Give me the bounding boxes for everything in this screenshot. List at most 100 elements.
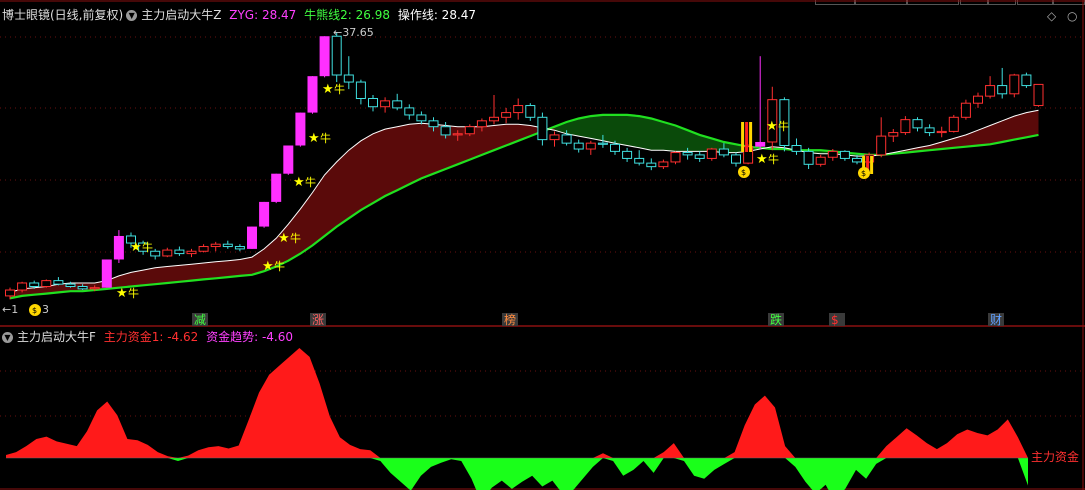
high-price-label: ←37.65	[333, 26, 374, 39]
event-tag: 榜	[504, 312, 516, 327]
candle-body	[319, 36, 330, 77]
candle-body	[259, 201, 270, 227]
candle-body	[198, 246, 209, 252]
candle-body	[731, 154, 741, 164]
candle-body	[646, 162, 657, 168]
signal-bar	[745, 122, 749, 152]
candle-body	[573, 142, 584, 150]
bull-label: 牛	[305, 175, 316, 189]
candle-body	[392, 100, 403, 109]
candle-body	[827, 150, 838, 158]
candle-body	[985, 85, 996, 97]
bull-label: 牛	[290, 231, 301, 245]
candle-body	[162, 249, 173, 257]
candle-body	[464, 126, 475, 135]
bull-star: ★	[308, 131, 320, 146]
candle-body	[803, 150, 814, 165]
candle-body	[489, 116, 499, 122]
candle-body	[537, 116, 548, 141]
candle-body	[283, 145, 294, 174]
bull-star: ★	[756, 152, 768, 167]
price-chart[interactable]: ★ 牛★ 牛★ 牛★ 牛★ 牛★ 牛★ 牛★ 牛★ 牛$$ $←37.65←1 3减涨榜跌 $ 财	[0, 0, 1085, 490]
signal-bar	[870, 156, 874, 174]
candle-body	[234, 246, 245, 250]
candle-body	[247, 226, 257, 249]
candle-body	[476, 120, 487, 128]
candle-body	[718, 148, 729, 156]
candle-body	[948, 116, 959, 132]
candle-body	[585, 142, 596, 150]
candle-body	[440, 126, 451, 136]
money-bag-symbol: $	[861, 169, 866, 178]
candle-body	[525, 105, 536, 118]
candle-body	[355, 81, 366, 100]
candle-body	[331, 35, 342, 76]
bull-label: 牛	[778, 119, 789, 133]
money-bag-symbol: $	[741, 168, 746, 177]
candle-body	[997, 85, 1008, 95]
event-tag: 涨	[312, 312, 324, 327]
candle-body	[815, 156, 826, 165]
bull-star: ★	[116, 286, 128, 301]
bull-star: ★	[766, 119, 778, 134]
candle-body	[912, 119, 923, 129]
candle-body	[513, 105, 524, 114]
candle-body	[549, 134, 560, 141]
candle-body	[694, 154, 705, 159]
event-tag: 减	[194, 313, 206, 327]
candle-body	[5, 289, 15, 297]
bull-label: 牛	[274, 259, 285, 273]
candle-body	[29, 282, 40, 288]
candle-body	[89, 287, 100, 290]
candle-body	[368, 98, 378, 108]
bull-label: 牛	[320, 131, 331, 145]
candle-body	[706, 148, 717, 159]
candle-body	[622, 150, 633, 159]
candle-body	[271, 173, 282, 202]
candle-body	[501, 112, 512, 118]
candle-body	[222, 243, 233, 248]
event-tag: 财	[990, 313, 1002, 327]
candle-body	[186, 250, 197, 255]
candle-body	[634, 157, 645, 164]
candle-body	[295, 112, 306, 146]
event-tag: 跌	[770, 312, 782, 327]
money-bag-symbol: $	[32, 306, 37, 315]
bull-label: 牛	[334, 82, 345, 96]
bull-star: ★	[278, 231, 290, 246]
candle-body	[404, 107, 415, 116]
candle-body	[1021, 74, 1032, 87]
bull-label: 牛	[768, 152, 779, 166]
bull-star: ★	[293, 175, 305, 190]
candle-body	[101, 259, 112, 288]
candle-body	[670, 152, 681, 163]
candle-body	[839, 150, 850, 159]
candle-body	[307, 76, 318, 113]
bull-star: ★	[262, 259, 274, 274]
bull-star: ★	[130, 240, 142, 255]
fund-negative-area	[6, 458, 1028, 490]
candle-body	[755, 141, 766, 147]
candle-body	[1033, 83, 1044, 107]
bull-label: 牛	[142, 240, 153, 254]
candle-body	[41, 280, 52, 287]
fund-positive-area	[6, 348, 1028, 458]
candle-body	[876, 135, 887, 156]
candle-body	[380, 100, 391, 108]
candle-body	[452, 133, 463, 136]
bull-label: 牛	[128, 286, 139, 300]
candle-body	[174, 249, 185, 255]
candle-body	[960, 102, 971, 118]
candle-body	[561, 134, 572, 144]
candle-body	[936, 130, 947, 134]
signal-bar	[749, 122, 753, 152]
candle-body	[343, 74, 354, 83]
candle-body	[428, 120, 439, 128]
candle-body	[597, 142, 608, 145]
candle-body	[973, 95, 983, 104]
candle-body	[53, 280, 64, 285]
candle-body	[113, 235, 124, 260]
candle-body	[924, 127, 935, 134]
signal-bar	[741, 122, 745, 152]
candle-body	[1009, 74, 1020, 95]
